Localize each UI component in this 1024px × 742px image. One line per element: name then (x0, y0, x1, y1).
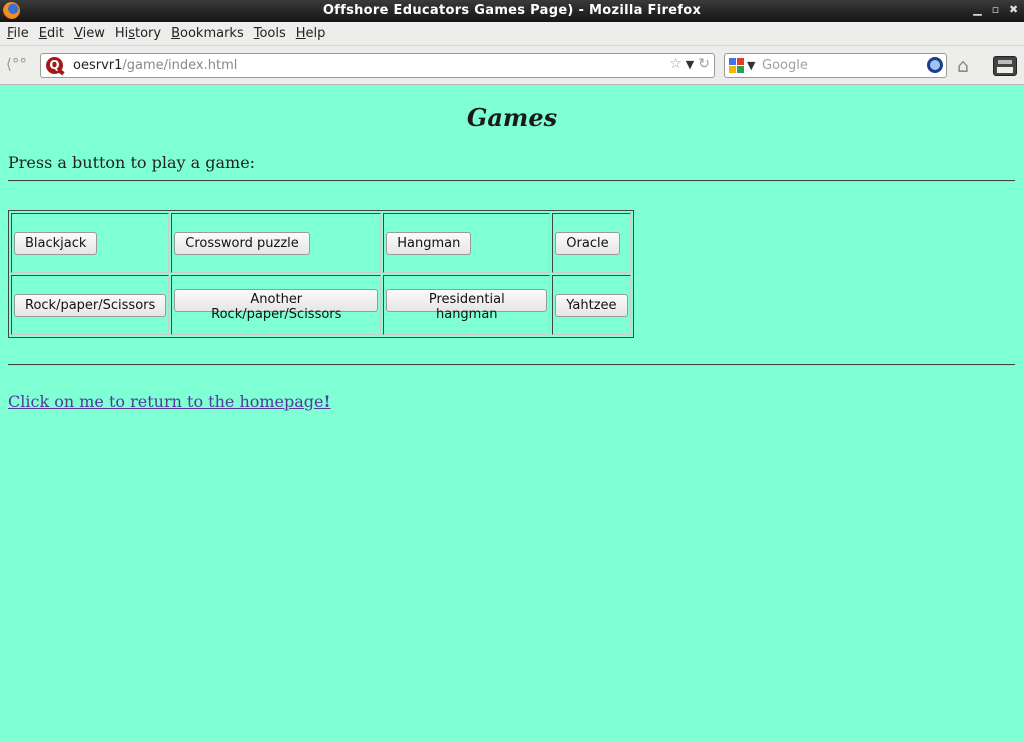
table-cell: Crossword puzzle (171, 213, 382, 273)
navigation-toolbar: ⟨°° Q oesrvr1/game/index.html ☆ ▼ ↻ ▼ Go… (0, 46, 1024, 85)
table-cell: Rock/paper/Scissors (11, 275, 170, 335)
table-row: Rock/paper/Scissors Another Rock/paper/S… (11, 275, 631, 335)
url-bar[interactable]: Q oesrvr1/game/index.html ☆ ▼ ↻ (40, 53, 715, 78)
search-engine-icon[interactable] (729, 58, 745, 74)
games-table: Blackjack Crossword puzzle Hangman Oracl… (8, 210, 634, 338)
divider (8, 180, 1015, 182)
rock-paper-scissors-button[interactable]: Rock/paper/Scissors (14, 293, 167, 317)
window-title: Offshore Educators Games Page) - Mozilla… (322, 3, 702, 18)
menu-tools[interactable]: Tools (250, 26, 290, 41)
search-bar[interactable]: ▼ Google (724, 53, 947, 78)
url-path: /game/index.html (122, 58, 238, 73)
presidential-hangman-button[interactable]: Presidential hangman (386, 288, 548, 322)
table-row: Blackjack Crossword puzzle Hangman Oracl… (11, 213, 631, 273)
page-content: Games Press a button to play a game: Bla… (0, 86, 1024, 742)
table-cell: Presidential hangman (383, 275, 551, 335)
menu-file[interactable]: File (3, 26, 33, 41)
bookmark-star-icon[interactable]: ☆ (669, 56, 682, 72)
url-dropdown-icon[interactable]: ▼ (686, 58, 694, 72)
blackjack-button[interactable]: Blackjack (14, 231, 98, 255)
homepage-link-text: Click on me to return to the homepage (8, 392, 324, 411)
search-input[interactable]: Google (762, 58, 808, 73)
crossword-puzzle-button[interactable]: Crossword puzzle (174, 231, 310, 255)
table-cell: Blackjack (11, 213, 170, 273)
menu-view[interactable]: View (70, 26, 109, 41)
close-icon[interactable]: ✖ (1009, 3, 1018, 16)
url-host: oesrvr1 (73, 58, 123, 73)
table-cell: Oracle (552, 213, 631, 273)
page-title: Games (466, 103, 558, 132)
home-icon[interactable]: ⌂ (957, 55, 981, 77)
divider (8, 364, 1015, 366)
table-cell: Hangman (383, 213, 551, 273)
minimize-icon[interactable]: ▁ (973, 3, 982, 16)
table-cell: Another Rock/paper/Scissors (171, 275, 382, 335)
search-go-icon[interactable] (927, 57, 943, 73)
homepage-link-suffix: ! (323, 392, 331, 411)
menu-edit[interactable]: Edit (35, 26, 68, 41)
intro-text: Press a button to play a game: (8, 153, 256, 172)
menu-bookmarks[interactable]: Bookmarks (167, 26, 248, 41)
homepage-link[interactable]: Click on me to return to the homepage! (8, 392, 331, 411)
url-input[interactable]: oesrvr1/game/index.html (73, 58, 237, 73)
table-cell: Yahtzee (552, 275, 631, 335)
another-rock-paper-scissors-button[interactable]: Another Rock/paper/Scissors (174, 288, 379, 322)
reload-icon[interactable]: ↻ (698, 56, 710, 72)
menu-bar: File Edit View History Bookmarks Tools H… (0, 22, 1024, 46)
oracle-button[interactable]: Oracle (555, 231, 620, 255)
window-titlebar: Offshore Educators Games Page) - Mozilla… (0, 0, 1024, 22)
menu-help[interactable]: Help (292, 26, 330, 41)
site-identity-icon[interactable]: Q (46, 57, 63, 74)
hangman-button[interactable]: Hangman (386, 231, 472, 255)
search-engine-dropdown-icon[interactable]: ▼ (747, 59, 755, 72)
menu-history[interactable]: History (111, 26, 165, 41)
print-icon[interactable] (993, 56, 1017, 76)
yahtzee-button[interactable]: Yahtzee (555, 293, 628, 317)
maximize-icon[interactable]: ▫ (991, 3, 1000, 16)
back-arrow-icon[interactable]: ⟨°° (6, 55, 30, 75)
